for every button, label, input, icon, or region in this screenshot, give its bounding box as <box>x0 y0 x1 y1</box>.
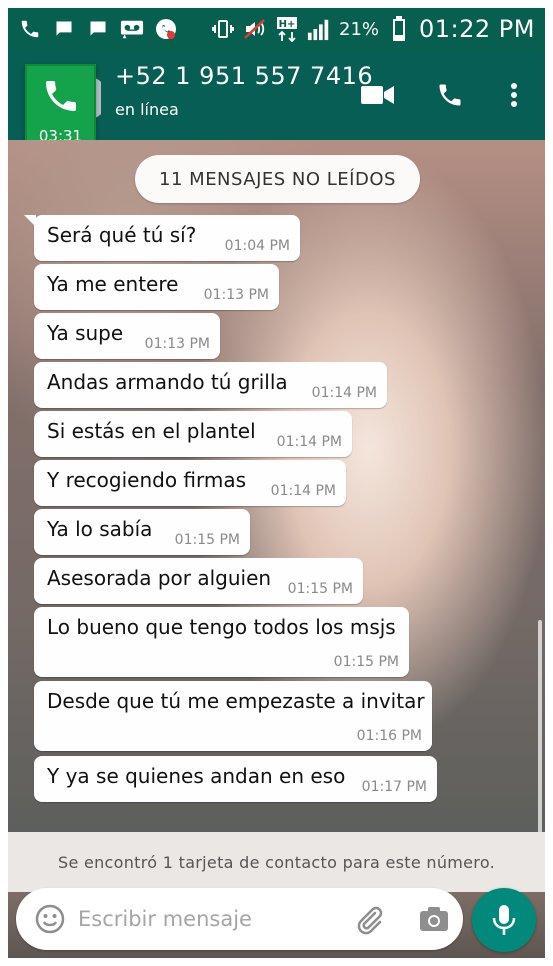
phone-icon <box>18 17 42 41</box>
message-text: Ya supe <box>47 321 124 345</box>
message-time: 01:15 PM <box>333 654 399 670</box>
hplus-icon: H+ <box>275 17 299 42</box>
message-time: 01:14 PM <box>276 434 342 450</box>
camera-button[interactable] <box>416 901 452 937</box>
message-bubble[interactable]: Ya supe 01:13 PM <box>34 313 220 359</box>
contact-card-notice[interactable]: Se encontró 1 tarjeta de contacto para e… <box>8 832 545 892</box>
message-bubble[interactable]: Y recogiendo firmas 01:14 PM <box>34 460 346 506</box>
message-bubble[interactable]: Ya lo sabía 01:15 PM <box>34 509 250 555</box>
message-icon <box>52 17 76 41</box>
message-time: 01:13 PM <box>203 287 269 303</box>
notification-icons <box>18 17 178 41</box>
message-bubble[interactable]: Andas armando tú grilla 01:14 PM <box>34 362 387 408</box>
message-text: Asesorada por alguien <box>47 566 272 590</box>
status-bar: H+ 21% 01:22 PM <box>8 8 545 50</box>
unread-messages-pill: 11 MENSAJES NO LEÍDOS <box>135 155 420 203</box>
mute-icon <box>243 17 267 41</box>
message-bubble[interactable]: Asesorada por alguien 01:15 PM <box>34 558 363 604</box>
message-text: Andas armando tú grilla <box>47 370 288 394</box>
message-bubble[interactable]: Si estás en el plantel 01:14 PM <box>34 411 352 457</box>
message-bubble[interactable]: Lo bueno que tengo todos los msjs 01:15 … <box>34 607 409 677</box>
microphone-icon <box>492 905 516 935</box>
emoji-button[interactable] <box>32 901 68 937</box>
message-text: Desde que tú me empezaste a invitar <box>47 689 425 713</box>
message-time: 01:17 PM <box>361 779 427 795</box>
message-text: Ya me entere <box>47 272 179 296</box>
message-time: 01:13 PM <box>144 336 210 352</box>
phone-icon <box>46 81 76 111</box>
message-list[interactable]: 11 MENSAJES NO LEÍDOS Será qué tú sí? 01… <box>8 140 545 832</box>
message-bubble[interactable]: Ya me entere 01:13 PM <box>34 264 279 310</box>
message-time: 01:14 PM <box>270 483 336 499</box>
message-input[interactable] <box>78 898 328 940</box>
video-call-icon <box>361 86 394 104</box>
more-options-button[interactable] <box>494 75 534 115</box>
more-vert-icon <box>511 83 517 107</box>
voice-call-button[interactable] <box>430 75 470 115</box>
whatsapp-icon <box>154 17 178 41</box>
contact-status: en línea <box>115 100 179 119</box>
vibrate-icon <box>211 17 235 41</box>
phone-screen: H+ 21% 01:22 PM +52 1 951 557 7416 en lí… <box>8 8 545 958</box>
attach-button[interactable] <box>351 901 387 937</box>
message-text: Lo bueno que tengo todos los msjs <box>47 615 396 639</box>
voice-message-button[interactable] <box>472 888 536 952</box>
message-time: 01:15 PM <box>174 532 240 548</box>
message-text: Y ya se quienes andan en eso <box>47 764 346 788</box>
message-text: Será qué tú sí? <box>47 223 197 247</box>
message-icon <box>86 17 110 41</box>
scrollbar[interactable] <box>538 620 542 832</box>
phone-call-icon <box>439 84 461 106</box>
clock: 01:22 PM <box>419 15 535 43</box>
message-composer <box>16 888 463 950</box>
voicemail-icon <box>120 17 144 41</box>
message-text: Si estás en el plantel <box>47 419 256 443</box>
video-call-button[interactable] <box>358 75 398 115</box>
camera-icon <box>420 907 448 931</box>
message-bubble[interactable]: Y ya se quienes andan en eso 01:17 PM <box>34 756 437 802</box>
message-time: 01:04 PM <box>224 238 290 254</box>
signal-icon <box>307 17 331 41</box>
message-time: 01:15 PM <box>287 581 353 597</box>
contact-name[interactable]: +52 1 951 557 7416 <box>115 62 373 90</box>
message-time: 01:16 PM <box>356 728 422 744</box>
message-bubble[interactable]: Será qué tú sí? 01:04 PM <box>24 215 300 261</box>
message-time: 01:14 PM <box>311 385 377 401</box>
emoji-icon <box>35 904 65 934</box>
message-text: Y recogiendo firmas <box>47 468 247 492</box>
message-text: Ya lo sabía <box>47 517 153 541</box>
battery-percent: 21% <box>339 18 380 40</box>
system-indicators: H+ 21% 01:22 PM <box>211 15 535 43</box>
battery-icon <box>387 16 411 41</box>
paperclip-icon <box>357 906 383 935</box>
message-bubble[interactable]: Desde que tú me empezaste a invitar 01:1… <box>34 681 432 751</box>
svg-text:H+: H+ <box>279 19 296 30</box>
